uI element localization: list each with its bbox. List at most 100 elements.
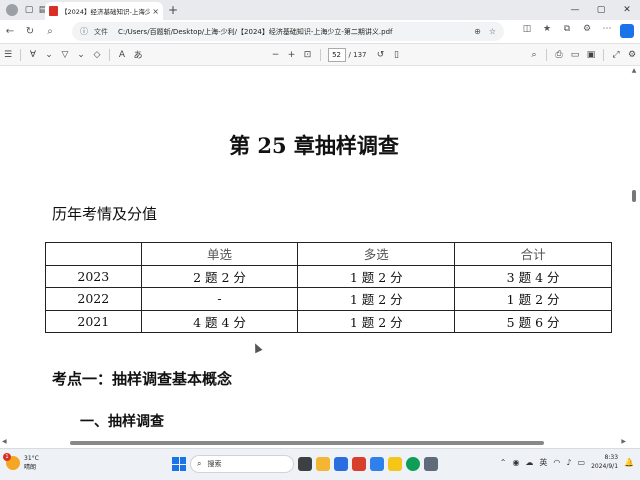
score-table: 单选 多选 合计 2023 2 题 2 分 1 题 2 分 3 题 4 分 20…	[45, 242, 612, 333]
folder-icon[interactable]	[388, 457, 402, 471]
search-icon: ⌕	[197, 459, 202, 468]
subsection-heading: 一、抽样调查	[80, 414, 164, 430]
mouse-cursor-icon	[251, 341, 263, 354]
reload-icon[interactable]: ↻	[20, 26, 40, 37]
scroll-right-icon[interactable]: ▶	[621, 438, 626, 445]
pdf-icon	[49, 6, 58, 16]
profile-avatar[interactable]	[6, 4, 18, 16]
split-screen-icon[interactable]: ◫	[520, 24, 534, 38]
clock-date: 2024/9/1	[591, 463, 619, 470]
table-row: 2021 4 题 4 分 1 题 2 分 5 题 6 分	[45, 309, 612, 333]
table-cell: 1 题 2 分	[454, 287, 612, 311]
notifications-icon[interactable]: 🔔	[624, 458, 634, 467]
eye-icon[interactable]: ◉	[512, 458, 519, 467]
sun-icon: 1	[3, 453, 20, 470]
search-placeholder: 搜索	[207, 460, 222, 468]
cloud-icon[interactable]: ☁	[525, 458, 533, 467]
pdf-toolbar: ☰ ∀ ⌄ ▽ ⌄ ◇ A あ − + ⊡ 52 / 137 ↺ ▯ ⌕ ⎙ ▭…	[0, 44, 640, 66]
navigation-bar: ← ↻ ⌕ ⓘ 文件 C:/Users/百题斩/Desktop/上海-少利/【2…	[0, 20, 640, 44]
app-blue-icon[interactable]	[370, 457, 384, 471]
tab-active[interactable]: 【2024】经济基础知识-上海少立 ×	[45, 2, 163, 20]
table-cell: 3 题 4 分	[454, 264, 612, 288]
chevron-down-icon[interactable]: ⌄	[41, 50, 57, 60]
search-icon[interactable]: ⌕	[40, 26, 60, 37]
vertical-scroll-thumb[interactable]	[632, 190, 636, 202]
app-gray-icon[interactable]	[424, 457, 438, 471]
table-header	[45, 242, 142, 266]
eraser-icon[interactable]: ◇	[89, 50, 105, 60]
horizontal-scrollbar[interactable]: ◀ ▶	[0, 438, 640, 448]
volume-icon[interactable]: ♪	[566, 458, 571, 467]
zoom-icon[interactable]: ⊕	[474, 27, 481, 36]
clock-time: 8:33	[604, 454, 619, 461]
window-controls: — ▢ ✕	[562, 0, 640, 20]
browser-actions: ◫ ★ ⧉ ⚙ ⋯	[520, 24, 634, 38]
taskbar-search[interactable]: ⌕ 搜索	[190, 455, 294, 473]
draw-icon[interactable]: ▽	[57, 50, 73, 60]
scroll-left-icon[interactable]: ◀	[2, 438, 7, 445]
new-tab-button[interactable]: +	[168, 3, 178, 17]
file-explorer-icon[interactable]	[316, 457, 330, 471]
table-header-row: 单选 多选 合计	[45, 242, 612, 266]
table-cell: 2 题 2 分	[140, 264, 299, 288]
copilot-icon[interactable]	[620, 24, 634, 38]
favorites-icon[interactable]: ★	[540, 24, 554, 38]
table-header: 多选	[297, 242, 456, 266]
zoom-in-button[interactable]: +	[284, 50, 300, 60]
minimize-button[interactable]: —	[562, 0, 588, 20]
extensions-icon[interactable]: ⚙	[580, 24, 594, 38]
chapter-title: 第 25 章抽样调查	[229, 133, 399, 158]
clock[interactable]: 8:33 2024/9/1	[591, 453, 618, 471]
contents-icon[interactable]: ☰	[0, 50, 16, 60]
chevron-down-icon[interactable]: ⌄	[73, 50, 89, 60]
topic-heading: 考点一：抽样调查基本概念	[52, 370, 233, 388]
horizontal-scroll-thumb[interactable]	[70, 441, 544, 445]
ime-indicator[interactable]: 英	[539, 457, 547, 468]
vertical-scrollbar[interactable]: ▲	[628, 66, 640, 438]
app-p-icon[interactable]	[334, 457, 348, 471]
read-aloud-icon[interactable]: A	[114, 50, 130, 60]
table-cell: 1 题 2 分	[297, 287, 456, 311]
scroll-up-icon[interactable]: ▲	[628, 66, 640, 76]
page-view-icon[interactable]: ▯	[388, 50, 404, 60]
edge-browser-icon[interactable]	[406, 457, 420, 471]
table-cell: 1 题 2 分	[297, 264, 456, 288]
save-as-icon[interactable]: ▣	[583, 50, 599, 60]
app-red-icon[interactable]	[352, 457, 366, 471]
save-icon[interactable]: ▭	[567, 50, 583, 60]
close-window-button[interactable]: ✕	[614, 0, 640, 20]
collections-icon[interactable]: ⧉	[560, 24, 574, 38]
highlight-icon[interactable]: ∀	[25, 50, 41, 60]
tab-title: 【2024】经济基础知识-上海少立	[61, 8, 151, 16]
fit-page-icon[interactable]: ⊡	[300, 50, 316, 60]
settings-icon[interactable]: ⚙	[624, 50, 640, 60]
wifi-icon[interactable]: ◠	[553, 458, 560, 467]
info-icon[interactable]: ⓘ	[80, 26, 88, 37]
windows-taskbar: 1 31°C 晴朗 ⌕ 搜索 ⌃ ◉ ☁ 英 ◠ ♪ ▭ 8:33 2024/9…	[0, 448, 640, 480]
search-icon[interactable]: ⌕	[526, 50, 542, 60]
table-header: 单选	[140, 242, 299, 266]
battery-icon[interactable]: ▭	[578, 458, 586, 467]
workspaces-icon[interactable]: ▢	[22, 3, 36, 17]
file-label: 文件	[94, 27, 108, 36]
pdf-page[interactable]: 第 25 章抽样调查 历年考情及分值 单选 多选 合计 2023 2 题 2 分…	[0, 66, 628, 438]
chevron-up-icon[interactable]: ⌃	[500, 458, 507, 467]
more-icon[interactable]: ⋯	[600, 24, 614, 38]
maximize-button[interactable]: ▢	[588, 0, 614, 20]
divider	[546, 48, 548, 61]
weather-widget[interactable]: 1 31°C 晴朗	[3, 453, 39, 472]
task-view-icon[interactable]	[298, 457, 312, 471]
print-icon[interactable]: ⎙	[551, 50, 567, 60]
back-arrow-icon[interactable]: ←	[0, 26, 20, 37]
windows-start-icon[interactable]	[172, 457, 186, 471]
translate-icon[interactable]: あ	[130, 48, 146, 61]
favorite-star-icon[interactable]: ☆	[489, 27, 496, 36]
tab-close-icon[interactable]: ×	[152, 7, 159, 16]
page-number-input[interactable]: 52	[327, 47, 346, 62]
address-bar[interactable]: ⓘ 文件 C:/Users/百题斩/Desktop/上海-少利/【2024】经济…	[72, 22, 504, 41]
url-text[interactable]: C:/Users/百题斩/Desktop/上海-少利/【2024】经济基础知识-…	[118, 27, 466, 37]
expand-icon[interactable]: ⤢	[608, 50, 624, 60]
rotate-icon[interactable]: ↺	[372, 50, 388, 60]
zoom-out-button[interactable]: −	[268, 50, 284, 60]
divider	[319, 48, 321, 61]
